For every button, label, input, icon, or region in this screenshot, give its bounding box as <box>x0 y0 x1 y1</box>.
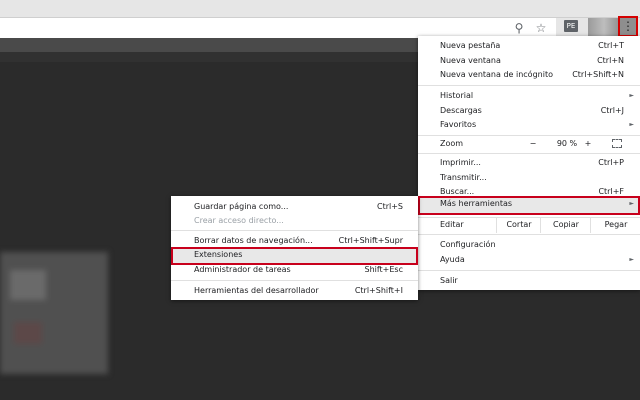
menu-item-label: Administrador de tareas <box>194 265 291 274</box>
menu-item-save-page[interactable]: Guardar página como... Ctrl+S <box>171 199 418 214</box>
cut-button[interactable]: Cortar <box>496 217 541 233</box>
menu-item-shortcut: Ctrl+Shift+I <box>354 286 403 295</box>
fullscreen-icon[interactable] <box>612 139 622 148</box>
menu-item-new-tab[interactable]: Nueva pestaña Ctrl+T <box>418 38 640 53</box>
menu-item-label: Más herramientas <box>440 199 513 208</box>
blurred-thumbnail <box>0 252 108 374</box>
menu-item-label: Nueva pestaña <box>440 41 501 50</box>
menu-item-help[interactable]: Ayuda ► <box>418 252 640 267</box>
menu-item-bookmarks[interactable]: Favoritos ► <box>418 117 640 132</box>
menu-item-shortcut: Ctrl+N <box>597 56 624 65</box>
menu-item-settings[interactable]: Configuración <box>418 237 640 252</box>
menu-separator <box>418 234 640 235</box>
menu-item-label: Herramientas del desarrollador <box>194 286 319 295</box>
submenu-arrow-icon: ► <box>629 200 634 207</box>
menu-item-new-window[interactable]: Nueva ventana Ctrl+N <box>418 53 640 68</box>
zoom-label: Zoom <box>440 139 464 148</box>
menu-item-label: Configuración <box>440 240 496 249</box>
edit-label: Editar <box>440 220 464 229</box>
copy-button[interactable]: Copiar <box>540 217 591 233</box>
menu-item-label: Crear acceso directo... <box>194 216 284 225</box>
menu-separator <box>171 230 418 231</box>
menu-item-label: Nueva ventana <box>440 56 501 65</box>
zoom-out-button[interactable]: − <box>523 136 543 152</box>
submenu-arrow-icon: ► <box>629 256 634 263</box>
menu-item-create-shortcut: Crear acceso directo... <box>171 213 418 228</box>
chrome-menu-button[interactable]: ⋮ <box>618 16 638 37</box>
menu-item-history[interactable]: Historial ► <box>418 88 640 103</box>
chrome-main-menu: Nueva pestaña Ctrl+T Nueva ventana Ctrl+… <box>418 36 640 290</box>
menu-item-label: Nueva ventana de incógnito <box>440 70 553 79</box>
menu-item-shortcut: Ctrl+J <box>600 106 624 115</box>
menu-item-incognito[interactable]: Nueva ventana de incógnito Ctrl+Shift+N <box>418 67 640 82</box>
menu-item-label: Historial <box>440 91 474 100</box>
menu-separator <box>418 270 640 271</box>
menu-item-exit[interactable]: Salir <box>418 273 640 288</box>
menu-item-label: Borrar datos de navegación... <box>194 236 313 245</box>
menu-item-print[interactable]: Imprimir... Ctrl+P <box>418 155 640 170</box>
menu-separator <box>418 153 640 154</box>
menu-item-label: Extensiones <box>194 250 243 259</box>
menu-item-shortcut: Ctrl+P <box>598 158 624 167</box>
submenu-arrow-icon: ► <box>629 121 634 128</box>
menu-item-label: Imprimir... <box>440 158 481 167</box>
zoom-row: Zoom − 90 % + <box>418 136 640 152</box>
menu-item-shortcut: Ctrl+T <box>598 41 624 50</box>
profile-avatar[interactable] <box>588 18 620 36</box>
menu-separator <box>171 280 418 281</box>
extension-icon[interactable]: PE <box>564 20 578 32</box>
menu-item-more-tools[interactable]: Más herramientas ► <box>418 196 640 215</box>
menu-item-label: Salir <box>440 276 458 285</box>
menu-item-label: Favoritos <box>440 120 477 129</box>
menu-item-shortcut: Shift+Esc <box>364 265 403 274</box>
menu-item-label: Descargas <box>440 106 482 115</box>
menu-item-task-manager[interactable]: Administrador de tareas Shift+Esc <box>171 262 418 277</box>
menu-item-shortcut: Ctrl+Shift+Supr <box>338 236 403 245</box>
menu-item-shortcut: Ctrl+S <box>376 202 403 211</box>
paste-button[interactable]: Pegar <box>590 217 640 233</box>
submenu-arrow-icon: ► <box>629 92 634 99</box>
menu-item-label: Transmitir... <box>440 173 487 182</box>
zoom-in-button[interactable]: + <box>578 136 598 152</box>
menu-item-dev-tools[interactable]: Herramientas del desarrollador Ctrl+Shif… <box>171 283 418 298</box>
menu-item-clear-data[interactable]: Borrar datos de navegación... Ctrl+Shift… <box>171 233 418 248</box>
bookmark-star-icon[interactable]: ☆ <box>534 18 548 38</box>
menu-item-shortcut: Ctrl+Shift+N <box>572 70 624 79</box>
zoom-icon[interactable]: ⚲ <box>512 18 526 38</box>
menu-item-downloads[interactable]: Descargas Ctrl+J <box>418 103 640 118</box>
edit-row: Editar Cortar Copiar Pegar <box>418 217 640 233</box>
menu-item-cast[interactable]: Transmitir... <box>418 170 640 185</box>
menu-separator <box>418 85 640 86</box>
menu-item-label: Ayuda <box>440 255 465 264</box>
more-tools-submenu: Guardar página como... Ctrl+S Crear acce… <box>171 196 418 300</box>
menu-item-label: Guardar página como... <box>194 202 289 211</box>
